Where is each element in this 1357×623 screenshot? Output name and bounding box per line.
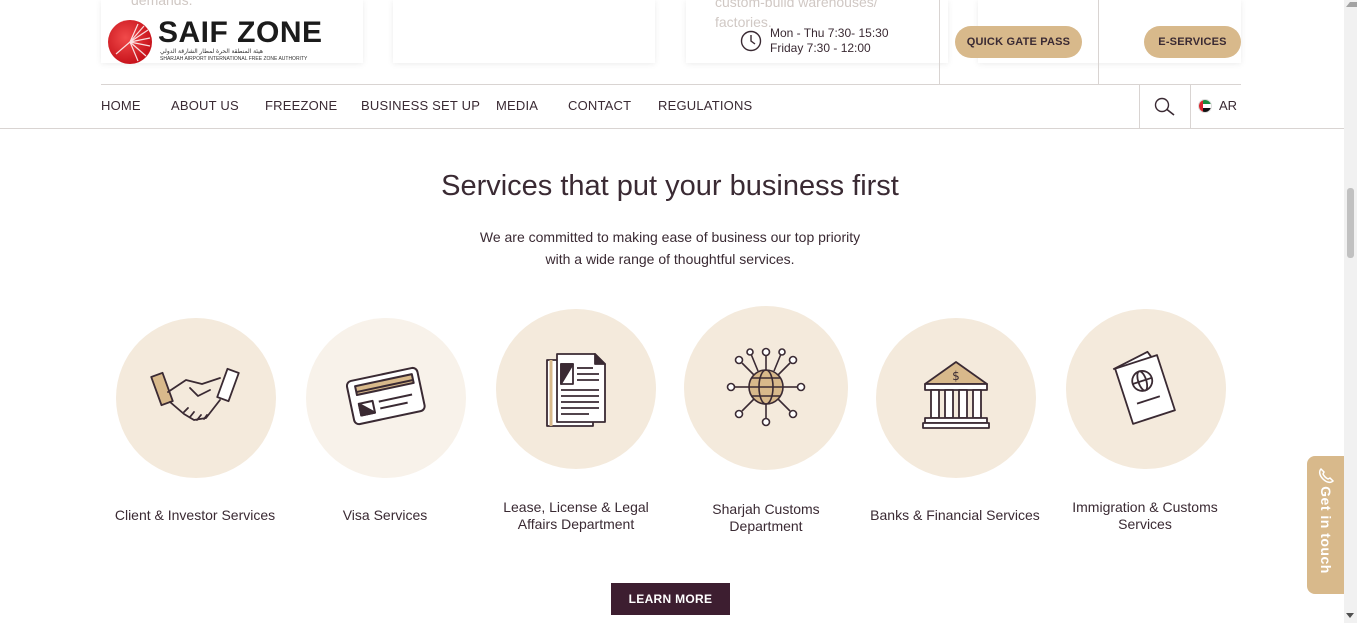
- clock-icon: [740, 30, 762, 57]
- service-label: Banks & Financial Services: [870, 507, 1040, 523]
- nav-divider: [1190, 84, 1191, 128]
- logo-arabic: هيئة المنطقة الحرة لمطار الشارقة الدولي: [160, 49, 264, 55]
- lead-line: We are committed to making ease of busin…: [479, 229, 861, 245]
- globe-network-icon: [725, 346, 807, 433]
- service-label: Client & Investor Services: [114, 507, 276, 523]
- language-switch[interactable]: AR: [1198, 98, 1237, 113]
- svg-text:$: $: [952, 369, 960, 383]
- header-rule: [101, 84, 1241, 85]
- background-card-text: factories.: [715, 14, 772, 30]
- quick-gate-pass-button[interactable]: QUICK GATE PASS: [955, 26, 1082, 58]
- section-lead: We are committed to making ease of busin…: [0, 226, 1340, 270]
- scroll-up-arrow-icon[interactable]: [1346, 2, 1357, 7]
- document-icon: [545, 352, 607, 433]
- logo-subtitle: SHARJAH AIRPORT INTERNATIONAL FREE ZONE …: [160, 56, 308, 62]
- section-title: Services that put your business first: [441, 170, 899, 202]
- nav-item-about-us[interactable]: ABOUT US: [171, 98, 239, 113]
- scrollbar-track[interactable]: [1344, 0, 1357, 623]
- learn-more-button[interactable]: LEARN MORE: [611, 583, 730, 615]
- handshake-icon: [150, 362, 242, 441]
- bank-icon: $: [921, 360, 991, 435]
- logo-name: SAIF ZONE: [158, 16, 323, 49]
- background-card-2: [393, 0, 655, 63]
- nav-item-home[interactable]: HOME: [101, 98, 141, 113]
- search-icon[interactable]: [1154, 97, 1176, 122]
- service-label: Lease, License & Legal Affairs Departmen…: [503, 499, 649, 532]
- hours-friday: Friday 7:30 - 12:00: [770, 41, 871, 55]
- service-label: Sharjah Customs Department: [712, 501, 820, 534]
- service-label: Visa Services: [342, 507, 428, 523]
- background-card-text: demands.: [131, 0, 193, 8]
- nav-divider: [1139, 84, 1140, 128]
- header-divider: [939, 0, 940, 84]
- e-services-button[interactable]: E-SERVICES: [1144, 26, 1241, 58]
- card-icon: [345, 364, 426, 435]
- hours-weekdays: Mon - Thu 7:30- 15:30: [770, 26, 889, 40]
- logo-emblem-icon: [108, 20, 152, 64]
- scrollbar-thumb[interactable]: [1347, 188, 1354, 258]
- scroll-down-arrow-icon[interactable]: [1346, 613, 1354, 618]
- nav-item-contact[interactable]: CONTACT: [568, 98, 631, 113]
- language-label: AR: [1219, 98, 1238, 113]
- nav-item-freezone[interactable]: FREEZONE: [265, 98, 337, 113]
- uae-flag-icon: [1198, 98, 1212, 113]
- nav-item-regulations[interactable]: REGULATIONS: [658, 98, 752, 113]
- get-in-touch-label: Get in touch: [1318, 486, 1334, 574]
- passport-icon: [1108, 346, 1184, 431]
- service-label: Immigration & Customs Services: [1072, 499, 1218, 532]
- nav-bottom-rule: [0, 128, 1344, 129]
- opening-hours: Mon - Thu 7:30- 15:30 Friday 7:30 - 12:0…: [770, 26, 889, 56]
- nav-item-media[interactable]: MEDIA: [496, 98, 538, 113]
- lead-line: with a wide range of thoughtful services…: [545, 251, 795, 267]
- header-divider: [1098, 0, 1099, 84]
- background-card-text: custom-build warehouses/: [715, 0, 878, 10]
- nav-item-business-set-up[interactable]: BUSINESS SET UP: [361, 98, 480, 113]
